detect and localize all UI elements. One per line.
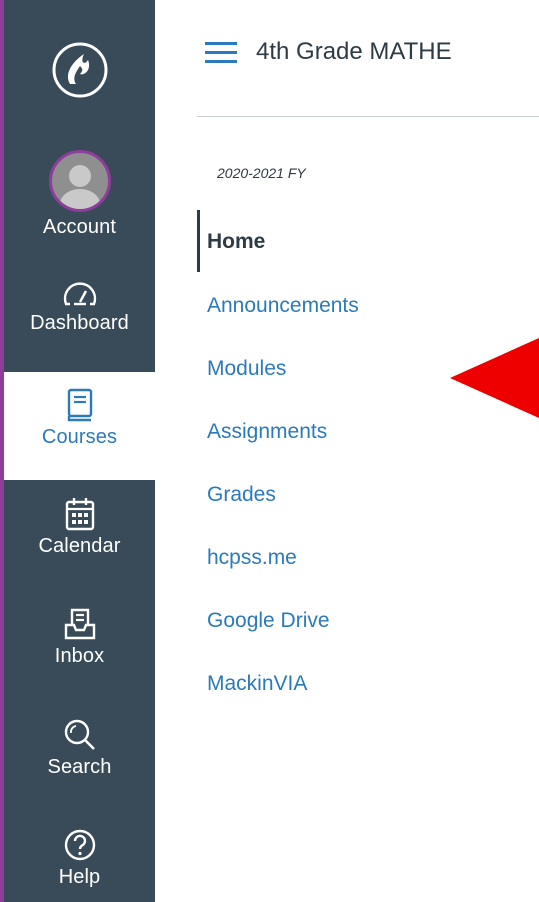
global-nav-courses[interactable]: Courses — [4, 372, 155, 480]
speedometer-icon — [63, 282, 96, 306]
global-nav-dashboard[interactable]: Dashboard — [4, 278, 155, 335]
global-nav-account[interactable]: Account — [4, 150, 155, 239]
course-nav-google-drive[interactable]: Google Drive — [207, 609, 330, 633]
global-nav-inbox[interactable]: Inbox — [4, 607, 155, 668]
global-nav-help-label: Help — [58, 866, 101, 888]
user-avatar-icon — [48, 150, 111, 212]
course-term-label: 2020-2021 FY — [217, 165, 306, 181]
course-menu-toggle-button[interactable] — [205, 40, 237, 64]
global-nav-courses-label: Courses — [41, 426, 118, 448]
red-arrow-annotation-icon — [450, 338, 539, 418]
active-nav-indicator — [197, 210, 200, 272]
course-title[interactable]: 4th Grade MATHE — [256, 38, 452, 66]
global-nav-search[interactable]: Search — [4, 718, 155, 779]
global-nav-calendar[interactable]: Calendar — [4, 497, 155, 558]
course-nav-announcements[interactable]: Announcements — [207, 294, 359, 318]
canvas-logo-link[interactable] — [4, 0, 155, 140]
course-nav-grades[interactable]: Grades — [207, 483, 276, 507]
course-nav-assignments[interactable]: Assignments — [207, 420, 327, 444]
global-navigation: Account Dashboard Courses Calendar Inbox… — [0, 0, 155, 902]
global-nav-search-label: Search — [47, 756, 112, 778]
canvas-course-page: Account Dashboard Courses Calendar Inbox… — [0, 0, 539, 902]
question-circle-icon — [64, 829, 95, 861]
global-nav-inbox-label: Inbox — [54, 645, 105, 667]
calendar-icon — [65, 498, 94, 531]
global-nav-account-label: Account — [43, 216, 116, 238]
course-nav-home[interactable]: Home — [207, 230, 265, 254]
course-nav-modules[interactable]: Modules — [207, 357, 286, 381]
global-nav-calendar-label: Calendar — [38, 535, 121, 557]
book-icon — [67, 388, 92, 422]
global-nav-dashboard-label: Dashboard — [30, 312, 129, 334]
magnifier-icon — [64, 719, 95, 750]
canvas-flame-logo-icon — [52, 42, 107, 98]
global-nav-help[interactable]: Help — [4, 828, 155, 889]
header-divider — [197, 116, 539, 117]
course-nav-hcpss-me[interactable]: hcpss.me — [207, 546, 297, 570]
inbox-icon — [64, 608, 95, 640]
course-nav-mackinvia[interactable]: MackinVIA — [207, 672, 307, 696]
